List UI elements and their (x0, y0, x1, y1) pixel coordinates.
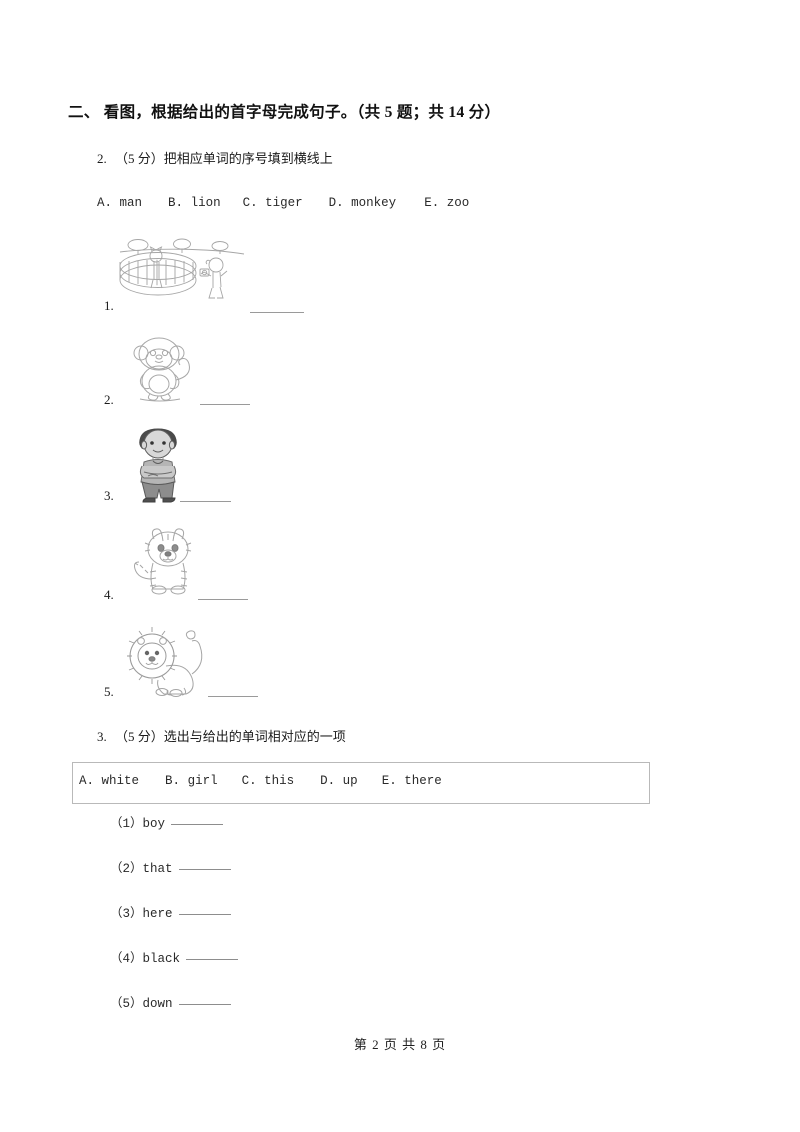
picture-item-5-index: 5. (104, 684, 114, 699)
picture-item-2-index: 2. (104, 392, 114, 407)
q3-option-a[interactable]: A. white (79, 774, 139, 788)
q3-option-c-word: this (264, 774, 295, 788)
option-a-word: man (119, 196, 143, 210)
sub-item-4: （4）black (110, 947, 239, 966)
picture-item-5-answer-blank[interactable] (208, 696, 258, 697)
q3-option-e[interactable]: E. there (382, 774, 442, 788)
section-heading: 二、 看图，根据给出的首字母完成句子。（共 5 题；共 14 分） (68, 104, 501, 121)
sub-item-2-answer-blank[interactable] (178, 858, 231, 870)
picture-item-4: 4. (0, 527, 800, 607)
option-d-letter: D. (328, 196, 344, 210)
question-3-option-box: A. white B. girl C. this D. up E. there (72, 762, 650, 804)
sub-item-5: （5）down (110, 992, 231, 1011)
q3-option-d[interactable]: D. up (320, 774, 358, 788)
q3-option-d-word: up (342, 774, 358, 788)
option-b-word: lion (190, 196, 221, 210)
q3-option-e-letter: E. (381, 774, 397, 788)
zoo-scene-illustration (112, 228, 252, 308)
option-d[interactable]: D. monkey (329, 196, 397, 210)
option-c-letter: C. (242, 196, 258, 210)
exam-page: 二、 看图，根据给出的首字母完成句子。（共 5 题；共 14 分） 2. （5 分… (0, 0, 800, 1132)
picture-item-2: 2. (0, 336, 800, 412)
tiger-illustration (126, 527, 212, 599)
question-2-number: 2. (97, 151, 107, 166)
man-illustration (126, 426, 190, 506)
sub-item-4-label: （4）black (110, 952, 181, 966)
picture-item-1: 1. (0, 228, 800, 320)
picture-item-4-answer-blank[interactable] (198, 599, 248, 600)
q3-option-c-letter: C. (241, 774, 257, 788)
picture-item-4-index: 4. (104, 587, 114, 602)
page-footer: 第 2 页 共 8 页 (353, 1037, 447, 1052)
question-2-stem: 2. （5 分）把相应单词的序号填到横线上 (97, 148, 333, 167)
q3-option-e-word: there (404, 774, 442, 788)
sub-item-5-label: （5）down (110, 997, 173, 1011)
question-3-stem-text: （5 分）选出与给出的单词相对应的一项 (115, 729, 346, 744)
sub-item-3-label: （3）here (110, 907, 173, 921)
question-3-number: 3. (97, 729, 107, 744)
q3-option-b[interactable]: B. girl (165, 774, 218, 788)
picture-item-3-index: 3. (104, 488, 114, 503)
sub-item-4-answer-blank[interactable] (186, 948, 239, 960)
question-3-stem: 3. （5 分）选出与给出的单词相对应的一项 (97, 726, 346, 745)
option-c[interactable]: C. tiger (243, 196, 303, 210)
q3-option-c[interactable]: C. this (242, 774, 295, 788)
picture-item-1-index: 1. (104, 298, 114, 313)
sub-item-3: （3）here (110, 902, 231, 921)
picture-item-1-answer-blank[interactable] (250, 312, 304, 313)
option-e-letter: E. (424, 196, 440, 210)
q3-option-b-word: girl (187, 774, 218, 788)
option-d-word: monkey (351, 196, 397, 210)
question-2-stem-text: （5 分）把相应单词的序号填到横线上 (115, 151, 333, 166)
picture-item-3-answer-blank[interactable] (180, 501, 231, 502)
option-a-letter: A. (97, 196, 113, 210)
q3-option-a-letter: A. (79, 774, 95, 788)
sub-item-3-answer-blank[interactable] (178, 903, 231, 915)
sub-item-1: （1）boy (110, 812, 224, 831)
question-2-options: A. man B. lion C. tiger D. monkey E. zoo (97, 196, 469, 210)
q3-option-b-letter: B. (165, 774, 181, 788)
q3-option-a-word: white (101, 774, 140, 788)
sub-item-1-answer-blank[interactable] (171, 813, 224, 825)
option-c-word: tiger (265, 196, 303, 210)
question-3-options: A. white B. girl C. this D. up E. there (79, 774, 442, 788)
picture-item-5: 5. (0, 622, 800, 704)
picture-item-3: 3. (0, 426, 800, 510)
q3-option-d-letter: D. (320, 774, 336, 788)
sub-item-1-label: （1）boy (110, 817, 166, 831)
option-a[interactable]: A. man (97, 196, 142, 210)
option-b[interactable]: B. lion (168, 196, 221, 210)
sub-item-5-answer-blank[interactable] (178, 993, 231, 1005)
lion-illustration (122, 622, 218, 698)
picture-item-2-answer-blank[interactable] (200, 404, 250, 405)
option-e-word: zoo (446, 196, 470, 210)
monkey-illustration (126, 336, 206, 402)
option-e[interactable]: E. zoo (424, 196, 469, 210)
sub-item-2-label: （2）that (110, 862, 173, 876)
sub-item-2: （2）that (110, 857, 231, 876)
option-b-letter: B. (168, 196, 184, 210)
